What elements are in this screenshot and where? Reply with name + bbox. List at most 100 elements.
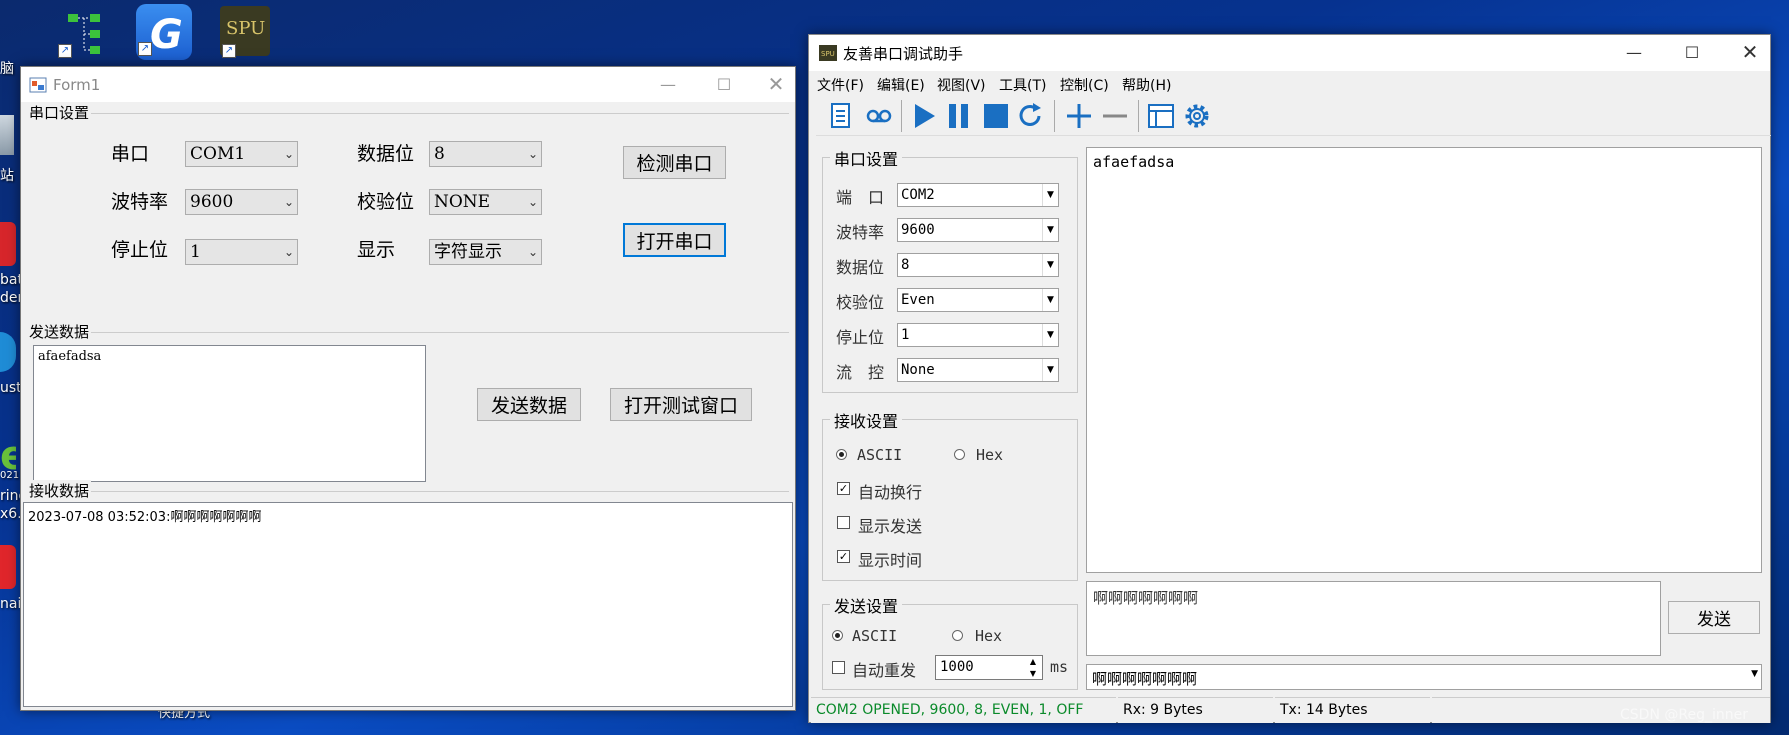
shortcut-arrow-icon: ↗ bbox=[138, 42, 152, 56]
app-logo-icon: SPU bbox=[819, 45, 837, 61]
recv-hex-radio[interactable] bbox=[954, 449, 965, 460]
send-button[interactable]: 发送 bbox=[1668, 601, 1760, 634]
send-history-value: 啊啊啊啊啊啊啊 bbox=[1092, 670, 1198, 688]
detect-port-button[interactable]: 检测串口 bbox=[623, 146, 726, 179]
form1-window: Form1 — ☐ ✕ 串口设置 串口 COM1 ⌄ 波特率 9600 ⌄ 停止位 … bbox=[20, 66, 796, 711]
stepper-down-icon[interactable]: ▼ bbox=[1025, 668, 1041, 679]
close-button[interactable]: ✕ bbox=[753, 67, 799, 101]
maximize-button[interactable]: ☐ bbox=[1669, 35, 1715, 69]
desktop-label: 站 bbox=[0, 168, 14, 184]
settings-button[interactable] bbox=[1182, 99, 1212, 133]
receive-textarea[interactable]: afaefadsa bbox=[1086, 147, 1762, 573]
recv-ascii-radio[interactable] bbox=[836, 449, 847, 460]
new-file-button[interactable] bbox=[826, 99, 856, 133]
resend-interval-stepper[interactable]: 1000 ▲ ▼ bbox=[935, 655, 1043, 680]
menu-file[interactable]: 文件(F) bbox=[817, 75, 864, 95]
port-combo[interactable]: COM2 ▼ bbox=[897, 183, 1059, 207]
auto-newline-checkbox[interactable]: ✓ bbox=[837, 482, 850, 495]
resend-unit-label: ms bbox=[1050, 658, 1069, 676]
refresh-button[interactable] bbox=[1016, 99, 1046, 133]
port-combo[interactable]: COM1 ⌄ bbox=[185, 141, 298, 167]
open-test-window-button[interactable]: 打开测试窗口 bbox=[610, 388, 752, 421]
dropdown-arrow-icon: ▼ bbox=[1751, 669, 1758, 679]
desktop-label: 脑 bbox=[0, 61, 14, 77]
menu-help[interactable]: 帮助(H) bbox=[1122, 75, 1171, 95]
serial-settings-group-title: 串口设置 bbox=[29, 102, 92, 123]
layout-button[interactable] bbox=[1146, 99, 1176, 133]
data-bits-label: 数据位 bbox=[836, 258, 885, 277]
dropdown-arrow-icon: ▼ bbox=[1042, 359, 1058, 381]
send-textarea[interactable]: 啊啊啊啊啊啊啊 bbox=[1086, 581, 1661, 656]
app-e-icon[interactable] bbox=[0, 332, 16, 372]
parity-combo[interactable]: Even ▼ bbox=[897, 288, 1059, 312]
chevron-down-icon: ⌄ bbox=[283, 195, 294, 209]
play-icon bbox=[915, 104, 935, 128]
dropdown-arrow-icon: ▼ bbox=[1042, 254, 1058, 276]
send-data-button[interactable]: 发送数据 bbox=[477, 388, 581, 421]
record-button[interactable] bbox=[864, 99, 894, 133]
minimize-button[interactable]: — bbox=[645, 67, 691, 101]
stop-bits-label: 停止位 bbox=[836, 328, 885, 347]
toolbar-separator bbox=[1054, 100, 1055, 132]
desktop-label: ust bbox=[0, 380, 22, 396]
show-time-checkbox[interactable]: ✓ bbox=[837, 550, 850, 563]
stop-button[interactable] bbox=[980, 99, 1010, 133]
baud-value: 9600 bbox=[901, 222, 935, 238]
parity-combo[interactable]: NONE ⌄ bbox=[429, 189, 542, 215]
show-send-label: 显示发送 bbox=[858, 517, 923, 536]
watermark: CSDN @Reg_inner bbox=[1620, 707, 1748, 723]
chevron-down-icon: ⌄ bbox=[283, 245, 294, 259]
flow-control-combo[interactable]: None ▼ bbox=[897, 358, 1059, 382]
data-bits-value: 8 bbox=[901, 257, 910, 273]
stop-bits-combo[interactable]: 1 ▼ bbox=[897, 323, 1059, 347]
menu-edit[interactable]: 编辑(E) bbox=[877, 75, 925, 95]
send-ascii-radio[interactable] bbox=[832, 630, 843, 641]
send-ascii-label: ASCII bbox=[852, 627, 898, 645]
acrobat-icon[interactable] bbox=[0, 222, 16, 266]
mail-app-icon[interactable] bbox=[0, 545, 16, 589]
send-textbox[interactable]: afaefadsa bbox=[33, 345, 426, 482]
dropdown-arrow-icon: ▼ bbox=[1042, 219, 1058, 241]
receive-data-group-title: 接收数据 bbox=[29, 480, 92, 501]
baud-combo[interactable]: 9600 ▼ bbox=[897, 218, 1059, 242]
data-bits-combo[interactable]: 8 ▼ bbox=[897, 253, 1059, 277]
shortcut-arrow-icon: ↗ bbox=[58, 44, 72, 58]
pause-button[interactable] bbox=[944, 99, 974, 133]
stepper-up-icon[interactable]: ▲ bbox=[1025, 656, 1041, 667]
dropdown-arrow-icon: ▼ bbox=[1042, 324, 1058, 346]
data-bits-value: 8 bbox=[434, 144, 445, 164]
stop-bits-combo[interactable]: 1 ⌄ bbox=[185, 239, 298, 265]
flow-control-label: 流 控 bbox=[836, 363, 885, 382]
receive-textbox[interactable]: 2023-07-08 03:52:03:啊啊啊啊啊啊啊 bbox=[23, 502, 793, 707]
port-value: COM2 bbox=[901, 187, 935, 203]
gear-icon bbox=[1185, 104, 1209, 128]
baud-combo[interactable]: 9600 ⌄ bbox=[185, 189, 298, 215]
send-hex-radio[interactable] bbox=[952, 630, 963, 641]
maximize-button[interactable]: ☐ bbox=[701, 67, 747, 101]
show-send-checkbox[interactable] bbox=[837, 516, 850, 529]
data-bits-combo[interactable]: 8 ⌄ bbox=[429, 141, 542, 167]
status-tx: Tx: 14 Bytes bbox=[1275, 697, 1430, 723]
recv-hex-label: Hex bbox=[976, 446, 1004, 464]
remove-button[interactable] bbox=[1100, 99, 1130, 133]
menu-control[interactable]: 控制(C) bbox=[1060, 75, 1109, 95]
send-history-combo[interactable]: 啊啊啊啊啊啊啊 ▼ bbox=[1086, 664, 1762, 690]
menu-view[interactable]: 视图(V) bbox=[937, 75, 986, 95]
start-button[interactable] bbox=[909, 99, 939, 133]
display-combo[interactable]: 字符显示 ⌄ bbox=[429, 239, 542, 265]
show-time-label: 显示时间 bbox=[858, 551, 923, 570]
chevron-down-icon: ⌄ bbox=[527, 147, 538, 161]
stop-bits-label: 停止位 bbox=[111, 239, 169, 261]
open-port-button[interactable]: 打开串口 bbox=[623, 223, 726, 257]
auto-resend-checkbox[interactable] bbox=[832, 661, 845, 674]
parity-label: 校验位 bbox=[357, 191, 415, 213]
menu-tools[interactable]: 工具(T) bbox=[999, 75, 1046, 95]
add-button[interactable] bbox=[1064, 99, 1094, 133]
recycle-bin-icon[interactable] bbox=[0, 115, 14, 155]
close-button[interactable]: ✕ bbox=[1727, 35, 1773, 69]
receive-settings-title: 接收设置 bbox=[830, 408, 903, 432]
send-hex-label: Hex bbox=[975, 627, 1003, 645]
minimize-button[interactable]: — bbox=[1611, 35, 1657, 69]
shortcut-arrow-icon: ↗ bbox=[222, 44, 236, 58]
spu-icon-label: SPU bbox=[226, 18, 266, 39]
